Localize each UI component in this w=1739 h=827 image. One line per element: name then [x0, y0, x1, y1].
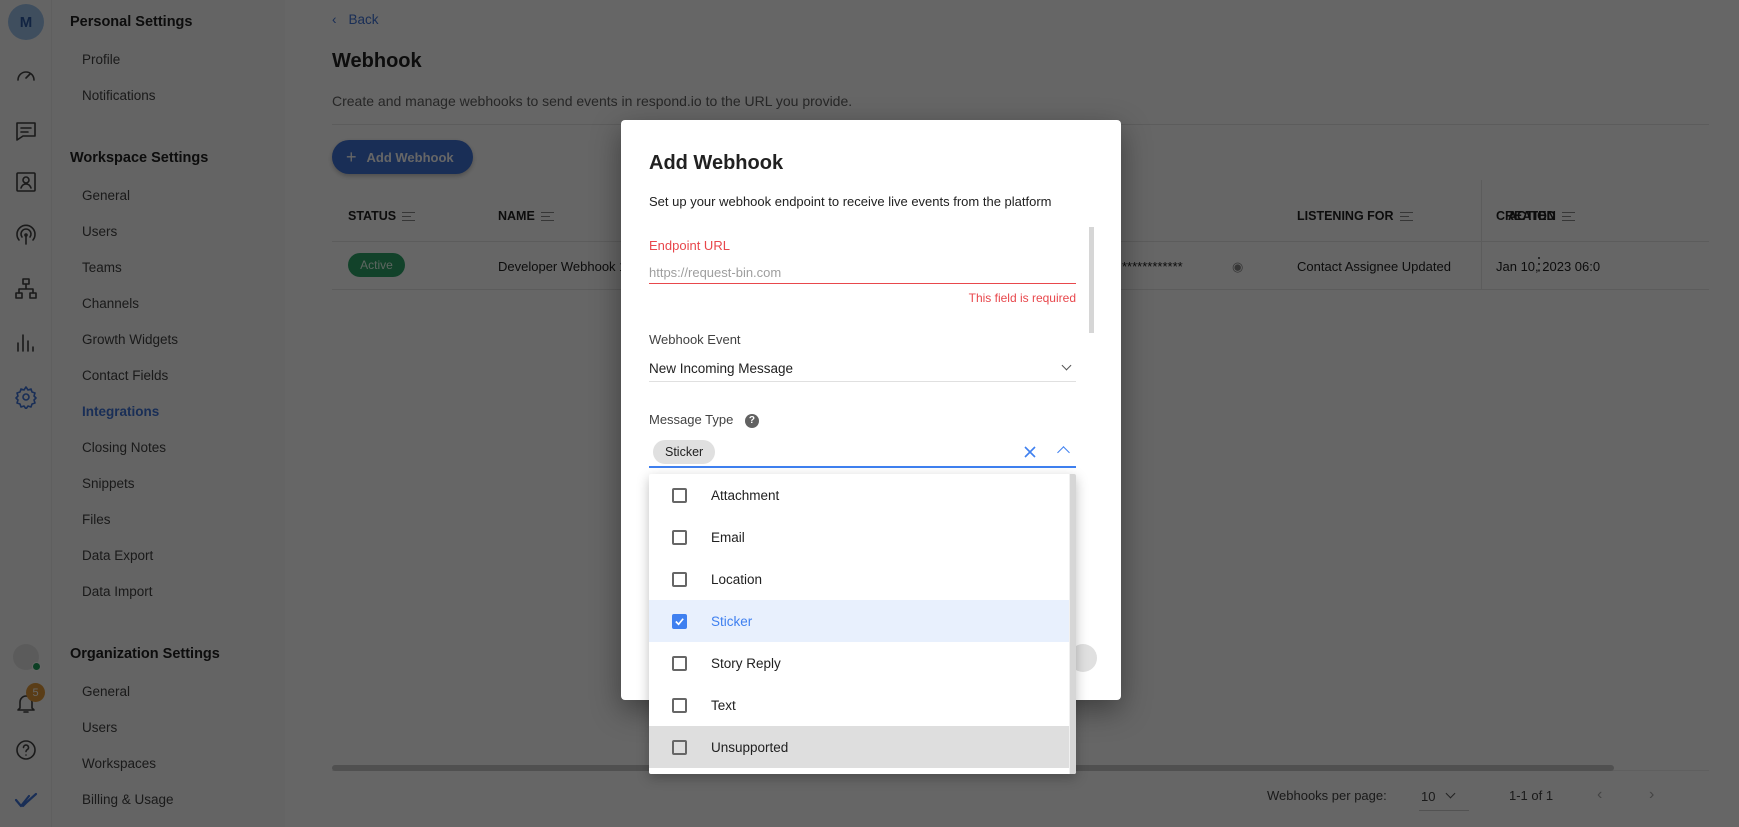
option-label: Sticker — [711, 613, 753, 629]
option-label: Email — [711, 529, 745, 545]
message-type-label-row: Message Type ? — [649, 412, 759, 428]
chevron-up-icon[interactable] — [1057, 446, 1070, 459]
endpoint-url-input[interactable] — [649, 262, 1076, 284]
menu-scrollbar[interactable] — [1069, 474, 1076, 774]
option-label: Unsupported — [711, 739, 789, 755]
endpoint-url-label: Endpoint URL — [649, 238, 730, 253]
option-text[interactable]: Text — [649, 684, 1069, 726]
checkbox-unchecked-icon[interactable] — [672, 571, 687, 587]
help-circle-icon[interactable]: ? — [744, 413, 759, 428]
webhook-event-select[interactable]: New Incoming Message — [649, 356, 1076, 382]
message-type-select[interactable]: Sticker — [649, 438, 1076, 468]
option-label: Attachment — [711, 487, 780, 503]
message-type-label: Message Type — [649, 412, 734, 427]
option-sticker[interactable]: Sticker — [649, 600, 1069, 642]
option-story-reply[interactable]: Story Reply — [649, 642, 1069, 684]
checkbox-unchecked-icon[interactable] — [672, 487, 687, 503]
checkbox-unchecked-icon[interactable] — [672, 655, 687, 671]
clear-selection-icon[interactable] — [1022, 444, 1038, 460]
option-unsupported[interactable]: Unsupported — [649, 726, 1069, 768]
dialog-title: Add Webhook — [649, 152, 784, 174]
option-label: Story Reply — [711, 655, 781, 671]
checkbox-unchecked-icon[interactable] — [672, 739, 687, 755]
option-attachment[interactable]: Attachment — [649, 474, 1069, 516]
dialog-subtitle: Set up your webhook endpoint to receive … — [649, 194, 1052, 209]
checkbox-checked-icon[interactable] — [672, 613, 687, 629]
option-label: Location — [711, 571, 763, 587]
option-label: Text — [711, 697, 736, 713]
checkbox-unchecked-icon[interactable] — [672, 697, 687, 713]
chevron-down-icon — [1061, 360, 1072, 371]
webhook-event-value: New Incoming Message — [649, 361, 794, 376]
endpoint-url-error: This field is required — [968, 291, 1076, 305]
option-email[interactable]: Email — [649, 516, 1069, 558]
dialog-scrollbar[interactable] — [1089, 227, 1094, 333]
option-location[interactable]: Location — [649, 558, 1069, 600]
message-type-options-menu: Attachment Email Location Sticker Story … — [649, 474, 1076, 774]
webhook-event-label: Webhook Event — [649, 332, 741, 347]
selected-chip-sticker[interactable]: Sticker — [653, 440, 716, 464]
checkbox-unchecked-icon[interactable] — [672, 529, 687, 545]
